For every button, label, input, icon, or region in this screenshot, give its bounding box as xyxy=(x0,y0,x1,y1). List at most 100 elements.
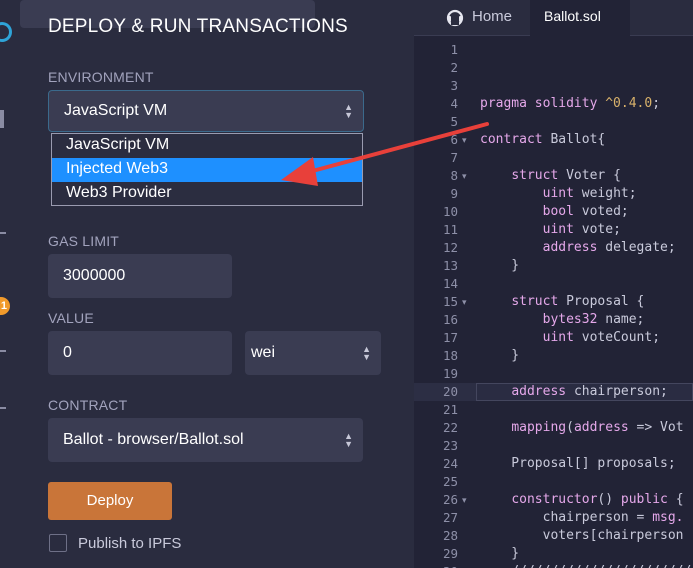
gas-limit-input[interactable]: 3000000 xyxy=(48,254,232,298)
line-number: 11 xyxy=(442,222,458,237)
line-number: 3 xyxy=(450,78,458,93)
contract-label: CONTRACT xyxy=(48,397,128,413)
fold-toggle-icon[interactable]: ▾ xyxy=(462,293,467,311)
deploy-run-panel: DEPLOY & RUN TRANSACTIONS ENVIRONMENT Ja… xyxy=(20,0,414,568)
code-token: address xyxy=(573,420,629,435)
panel-title: DEPLOY & RUN TRANSACTIONS xyxy=(48,16,348,37)
code-line: bool voted; xyxy=(480,203,629,221)
code-token: Proposal { xyxy=(566,294,645,309)
code-line: Proposal[] proposals; xyxy=(480,455,675,473)
value-label: VALUE xyxy=(48,310,94,326)
environment-select[interactable]: JavaScript VM ▲ ▼ xyxy=(48,90,364,132)
code-token: public xyxy=(620,492,676,507)
publish-ipfs-checkbox[interactable] xyxy=(49,534,67,552)
code-token: } xyxy=(480,348,520,363)
editor-tab-bar: Home Ballot.sol xyxy=(414,0,693,36)
line-number: 4 xyxy=(450,96,458,111)
gas-limit-label: GAS LIMIT xyxy=(48,233,120,249)
code-token: voted; xyxy=(581,204,629,219)
line-number: 17 xyxy=(442,330,458,345)
environment-dropdown-list: JavaScript VM Injected Web3 Web3 Provide… xyxy=(51,133,363,206)
line-number: 6 xyxy=(450,132,458,147)
file-explorer-icon[interactable] xyxy=(0,110,4,128)
compiler-icon[interactable] xyxy=(0,232,6,234)
line-number: 10 xyxy=(442,204,458,219)
line-number: 12 xyxy=(442,240,458,255)
code-token: address xyxy=(542,240,606,255)
code-token: mapping xyxy=(511,420,567,435)
code-token: uint xyxy=(542,330,582,345)
line-number: 8 xyxy=(450,168,458,183)
code-line: uint vote; xyxy=(480,221,621,239)
code-line: struct Voter { xyxy=(480,167,621,185)
fold-toggle-icon[interactable]: ▾ xyxy=(462,131,467,149)
remix-logo-icon[interactable] xyxy=(0,22,12,42)
line-number: 24 xyxy=(442,456,458,471)
code-line: address chairperson; xyxy=(480,383,668,401)
code-token: msg. xyxy=(652,510,684,525)
code-token: delegate; xyxy=(605,240,676,255)
line-number: 9 xyxy=(450,186,458,201)
code-token: uint xyxy=(542,222,582,237)
line-number: 27 xyxy=(442,510,458,525)
fold-toggle-icon[interactable]: ▾ xyxy=(462,491,467,509)
line-number: 28 xyxy=(442,528,458,543)
code-token: } xyxy=(480,546,520,561)
code-token: voters[chairperson xyxy=(480,528,684,543)
line-number: 18 xyxy=(442,348,458,363)
code-line: bytes32 name; xyxy=(480,311,645,329)
select-caret-icon: ▲ ▼ xyxy=(344,102,353,120)
code-line: voters[chairperson xyxy=(480,527,684,545)
code-area[interactable]: pragma solidity ^0.4.0; contract Ballot{ … xyxy=(476,37,693,568)
code-token: contract xyxy=(480,132,551,147)
code-line: struct Proposal { xyxy=(480,293,644,311)
code-token: address xyxy=(511,384,574,399)
fold-toggle-icon[interactable]: ▾ xyxy=(462,167,467,185)
code-line: } xyxy=(480,257,519,275)
gas-limit-value: 3000000 xyxy=(63,267,126,284)
icon-rail: 1 xyxy=(0,0,20,568)
code-token: struct xyxy=(511,294,567,309)
code-token: Voter { xyxy=(566,168,621,183)
line-number: 30 xyxy=(414,563,458,568)
code-line: address delegate; xyxy=(480,239,676,257)
contract-select[interactable]: Ballot - browser/Ballot.sol ▲ ▼ xyxy=(48,418,363,462)
line-number: 16 xyxy=(442,312,458,327)
code-token: } xyxy=(480,258,520,273)
code-token: //////////////////////// xyxy=(480,564,693,568)
line-number: 22 xyxy=(442,420,458,435)
code-token: chairperson = xyxy=(480,510,653,525)
environment-option-web3-provider[interactable]: Web3 Provider xyxy=(52,182,362,206)
code-token: vote; xyxy=(581,222,621,237)
tab-ballot-sol-label: Ballot.sol xyxy=(544,8,601,24)
environment-label: ENVIRONMENT xyxy=(48,69,154,85)
value-unit-select[interactable]: wei ▲ ▼ xyxy=(245,331,381,375)
code-token: chairperson; xyxy=(573,384,668,399)
tab-home[interactable]: Home xyxy=(414,0,530,36)
value-input[interactable]: 0 xyxy=(48,331,232,375)
deploy-button[interactable]: Deploy xyxy=(48,482,172,520)
code-line: } xyxy=(480,347,519,365)
code-token: name; xyxy=(605,312,645,327)
line-number: 5 xyxy=(450,114,458,129)
environment-option-injected-web3[interactable]: Injected Web3 xyxy=(52,158,362,182)
select-caret-icon: ▲ ▼ xyxy=(362,344,371,362)
line-number: 29 xyxy=(442,546,458,561)
environment-option-javascript-vm[interactable]: JavaScript VM xyxy=(52,134,362,158)
code-token: () xyxy=(597,492,621,507)
code-line: } xyxy=(480,545,519,563)
settings-icon[interactable] xyxy=(0,407,6,409)
code-line: mapping(address => Vot xyxy=(480,419,683,437)
tab-ballot-sol[interactable]: Ballot.sol xyxy=(530,0,630,36)
code-line: constructor() public { xyxy=(480,491,683,509)
code-token: struct xyxy=(511,168,567,183)
line-number: 25 xyxy=(442,474,458,489)
plugin-icon[interactable] xyxy=(0,350,6,352)
